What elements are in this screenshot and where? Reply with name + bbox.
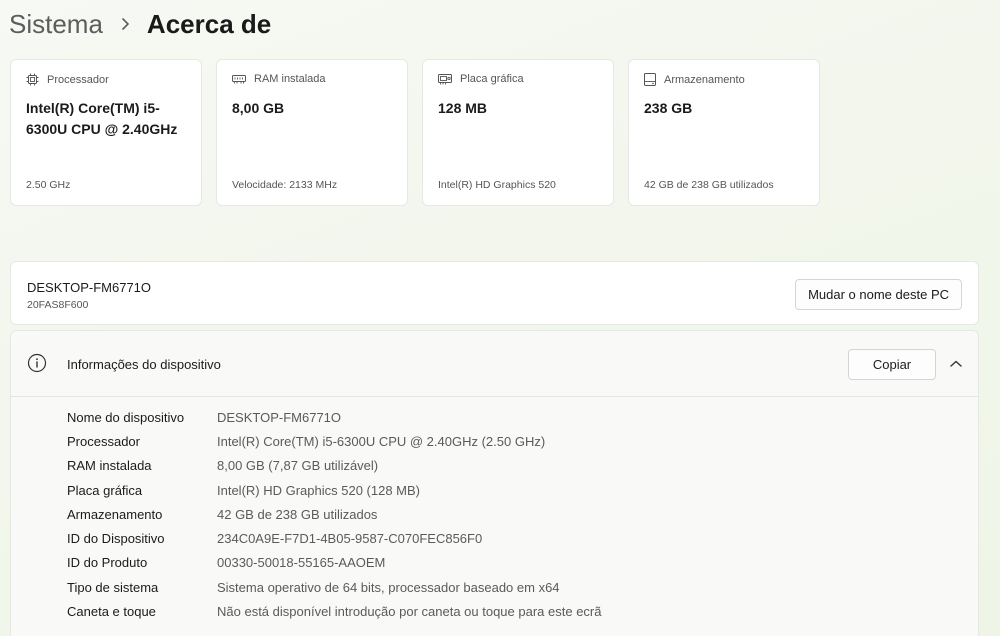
device-info-panel: Informações do dispositivo Copiar Nome d… [10, 330, 979, 636]
chevron-right-icon [111, 17, 139, 31]
spec-row: Caneta e toque Não está disponível introd… [67, 599, 601, 623]
storage-card: Armazenamento 238 GB 42 GB de 238 GB uti… [628, 59, 820, 206]
card-label: Placa gráfica [460, 73, 524, 85]
spec-key: Caneta e toque [67, 604, 156, 620]
spec-value: Sistema operativo de 64 bits, processado… [217, 579, 560, 595]
graphics-card: Placa gráfica 128 MB Intel(R) HD Graphic… [422, 59, 614, 206]
spec-row: ID do Dispositivo 234C0A9E-F7D1-4B05-9587… [67, 526, 601, 550]
pc-name: DESKTOP-FM6771O [27, 280, 152, 295]
memory-icon [232, 73, 246, 85]
spec-key: RAM instalada [67, 458, 152, 474]
card-subtext: 2.50 GHz [26, 179, 71, 191]
spec-value: 234C0A9E-F7D1-4B05-9587-C070FEC856F0 [217, 531, 483, 547]
card-value: 238 GB [644, 100, 693, 116]
spec-row: Tipo de sistema Sistema operativo de 64 b… [67, 575, 601, 599]
spec-row: Placa gráfica Intel(R) HD Graphics 520 (1… [67, 478, 601, 502]
processor-chip-icon [26, 73, 39, 86]
page-title: Acerca de [146, 8, 272, 39]
card-label: RAM instalada [254, 73, 326, 85]
card-subtext: 42 GB de 238 GB utilizados [644, 179, 774, 191]
device-info-header[interactable]: Informações do dispositivo Copiar [11, 331, 978, 397]
spec-value: Não está disponível introdução por canet… [217, 604, 602, 620]
spec-row: RAM instalada 8,00 GB (7,87 GB utilizável… [67, 454, 601, 478]
chevron-up-icon[interactable] [941, 349, 971, 379]
spec-value: DESKTOP-FM6771O [217, 409, 342, 425]
card-value: Intel(R) Core(TM) i5-6300U CPU @ 2.40GHz [26, 100, 178, 137]
spec-key: Tipo de sistema [67, 579, 159, 595]
card-value: 128 MB [438, 100, 488, 116]
card-subtext: Velocidade: 2133 MHz [232, 179, 338, 191]
spec-key: Armazenamento [67, 506, 163, 522]
spec-value: Intel(R) HD Graphics 520 (128 MB) [217, 482, 421, 498]
ram-card: RAM instalada 8,00 GB Velocidade: 2133 M… [216, 59, 408, 206]
spec-value: 00330-50018-55165-AAOEM [217, 555, 386, 571]
processor-card: Processador Intel(R) Core(TM) i5-6300U C… [10, 59, 202, 206]
spec-row: ID do Produto 00330-50018-55165-AAOEM [67, 551, 601, 575]
rename-pc-button[interactable]: Mudar o nome deste PC [795, 279, 962, 310]
info-icon [27, 353, 47, 378]
pc-model: 20FAS8F600 [27, 299, 89, 311]
spec-key: Placa gráfica [67, 482, 143, 498]
spec-value: 42 GB de 238 GB utilizados [217, 506, 378, 522]
spec-row: Nome do dispositivo DESKTOP-FM6771O [67, 405, 601, 429]
spec-key: Processador [67, 433, 140, 449]
spec-row: Armazenamento 42 GB de 238 GB utilizados [67, 502, 601, 526]
spec-value: Intel(R) Core(TM) i5-6300U CPU @ 2.40GHz… [217, 433, 546, 449]
spec-key: Nome do dispositivo [67, 409, 185, 425]
graphics-card-icon [438, 73, 452, 85]
spec-key: ID do Produto [67, 555, 148, 571]
spec-key: ID do Dispositivo [67, 531, 165, 547]
device-info-title: Informações do dispositivo [67, 357, 221, 372]
copy-button[interactable]: Copiar [848, 349, 936, 380]
card-label: Processador [47, 73, 109, 86]
breadcrumb: Sistema Acerca de [9, 6, 271, 42]
device-spec-list: Nome do dispositivo DESKTOP-FM6771O Proce… [67, 405, 601, 624]
breadcrumb-parent-sistema[interactable]: Sistema [9, 9, 103, 40]
card-label: Armazenamento [664, 73, 745, 86]
storage-drive-icon [644, 73, 656, 86]
pc-name-panel: DESKTOP-FM6771O 20FAS8F600 Mudar o nome … [10, 261, 979, 325]
card-subtext: Intel(R) HD Graphics 520 [438, 179, 556, 191]
spec-value: 8,00 GB (7,87 GB utilizável) [217, 458, 379, 474]
spec-row: Processador Intel(R) Core(TM) i5-6300U CP… [67, 429, 601, 453]
card-value: 8,00 GB [232, 100, 285, 116]
